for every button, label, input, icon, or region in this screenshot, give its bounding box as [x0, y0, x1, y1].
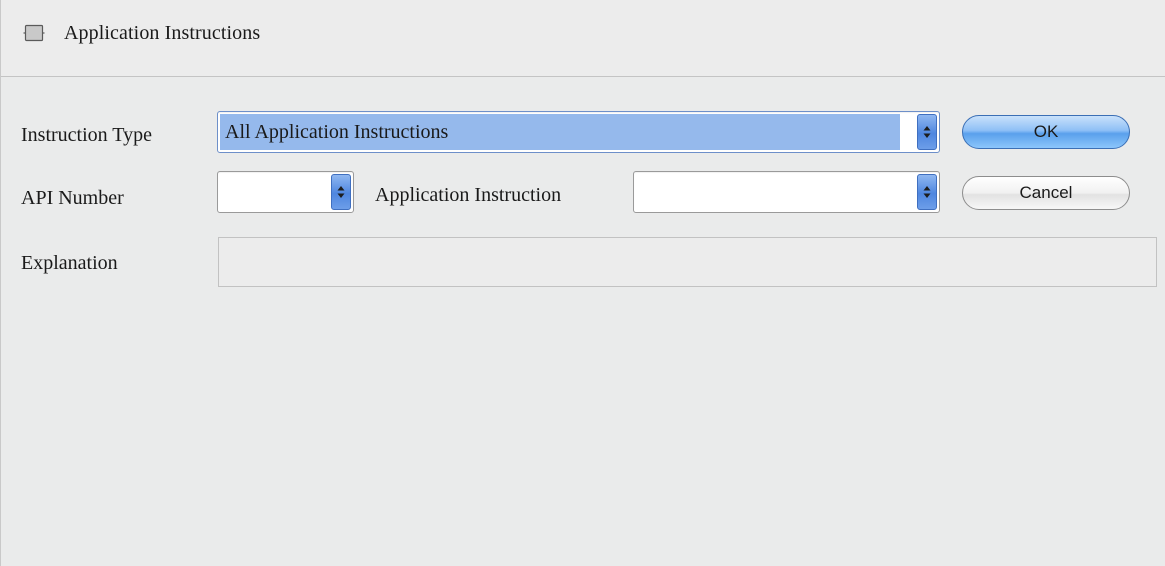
- cancel-button[interactable]: Cancel: [962, 176, 1130, 210]
- api-number-label: API Number: [21, 187, 124, 209]
- title-bar: Application Instructions: [1, 0, 1165, 77]
- ok-button[interactable]: OK: [962, 115, 1130, 149]
- explanation-field: [218, 237, 1157, 287]
- instruction-type-select[interactable]: All Application Instructions: [217, 111, 940, 153]
- up-down-arrows-icon[interactable]: [331, 174, 351, 210]
- up-down-arrows-icon[interactable]: [917, 174, 937, 210]
- application-instruction-label: Application Instruction: [375, 184, 562, 206]
- instruction-type-label: Instruction Type: [21, 124, 152, 146]
- application-instruction-select[interactable]: [633, 171, 940, 213]
- application-instructions-dialog: Application Instructions Instruction Typ…: [0, 0, 1165, 566]
- window-title: Application Instructions: [64, 22, 261, 44]
- up-down-arrows-icon[interactable]: [917, 114, 937, 150]
- api-number-select[interactable]: [217, 171, 354, 213]
- window-icon: [23, 24, 45, 42]
- explanation-label: Explanation: [21, 252, 118, 274]
- instruction-type-value: All Application Instructions: [225, 121, 449, 143]
